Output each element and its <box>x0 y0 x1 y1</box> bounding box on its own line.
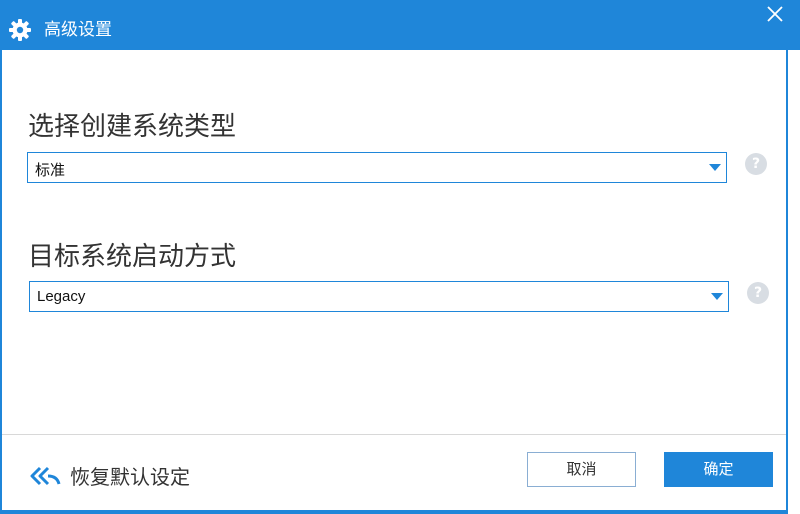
boot-mode-value: Legacy <box>37 288 86 305</box>
cancel-button[interactable]: 取消 <box>527 452 636 487</box>
close-button[interactable] <box>760 2 790 30</box>
ok-button[interactable]: 确定 <box>664 452 773 487</box>
window-border-right <box>786 50 788 514</box>
boot-mode-help-icon[interactable]: ? <box>747 282 769 304</box>
window-border-bottom <box>0 510 788 514</box>
window-outer-background <box>788 0 800 514</box>
boot-mode-label: 目标系统启动方式 <box>28 242 237 272</box>
system-type-help-icon[interactable]: ? <box>745 153 767 175</box>
window-title: 高级设置 <box>44 20 112 40</box>
window-border-left <box>0 50 2 514</box>
dropdown-arrow-icon <box>709 164 721 171</box>
boot-mode-select[interactable]: Legacy <box>29 281 729 312</box>
double-back-arrow-icon <box>30 465 62 487</box>
dropdown-arrow-icon <box>711 293 723 300</box>
close-icon <box>766 5 784 27</box>
restore-defaults-label: 恢复默认设定 <box>70 465 190 489</box>
system-type-select[interactable]: 标准 <box>27 152 727 183</box>
footer-divider <box>2 434 786 435</box>
system-type-label: 选择创建系统类型 <box>28 112 237 142</box>
system-type-value: 标准 <box>35 162 66 179</box>
title-bar[interactable]: 高级设置 <box>0 0 800 50</box>
gear-icon <box>8 18 32 42</box>
